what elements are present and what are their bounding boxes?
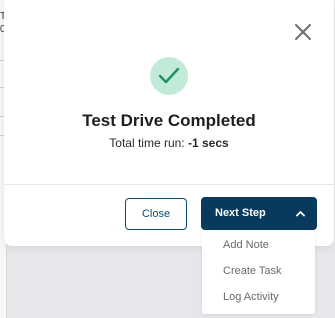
next-step-button[interactable]: Next Step bbox=[201, 197, 317, 230]
menu-item-add-note[interactable]: Add Note bbox=[223, 239, 269, 251]
close-icon[interactable] bbox=[291, 20, 315, 44]
success-badge bbox=[150, 57, 188, 95]
chevron-up-icon bbox=[296, 208, 305, 220]
test-drive-modal: Test Drive Completed Total time run: -1 … bbox=[4, 0, 334, 246]
menu-item-log-activity[interactable]: Log Activity bbox=[223, 291, 279, 303]
close-button[interactable]: Close bbox=[125, 198, 187, 230]
footer-divider bbox=[4, 184, 334, 185]
modal-title: Test Drive Completed bbox=[82, 111, 256, 130]
next-step-menu: Add Note Create Task Log Activity bbox=[202, 231, 315, 314]
time-value: -1 secs bbox=[188, 136, 229, 150]
menu-item-create-task[interactable]: Create Task bbox=[223, 265, 282, 277]
checkmark-icon bbox=[158, 67, 180, 84]
time-summary: Total time run: -1 secs bbox=[4, 136, 334, 150]
time-label: Total time run: bbox=[109, 136, 185, 150]
next-step-label: Next Step bbox=[215, 207, 266, 219]
